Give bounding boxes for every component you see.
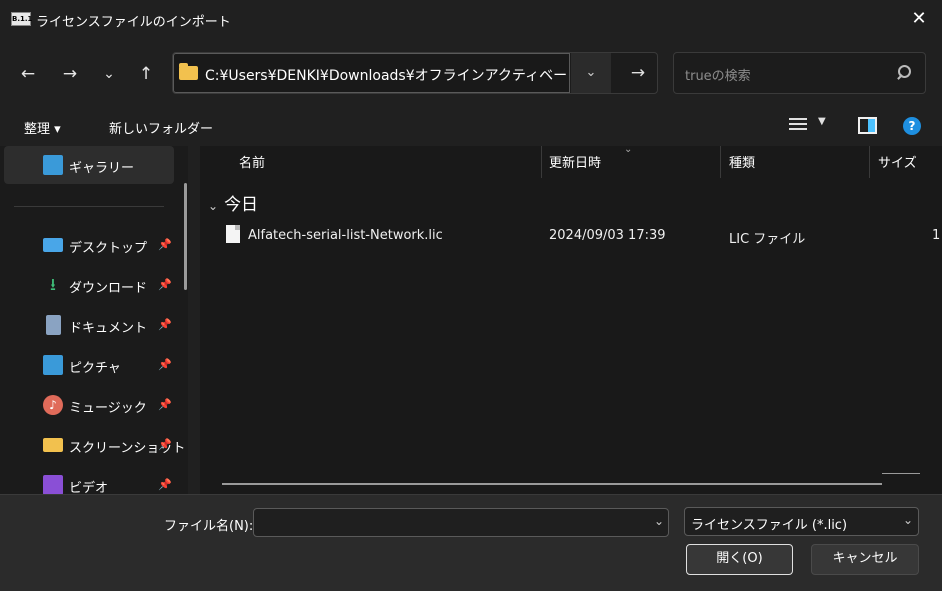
column-header-name[interactable]: 名前 — [239, 152, 265, 171]
up-button[interactable]: ↑ — [132, 62, 160, 86]
sidebar-item-label: ギャラリー — [69, 161, 135, 176]
navigation-bar: ← → ⌄ ↑ C:¥Users¥DENKI¥Downloads¥オフラインアク… — [0, 40, 942, 106]
file-type: LIC ファイル — [729, 232, 806, 247]
video-icon — [43, 475, 63, 494]
pin-icon: 📌 — [158, 478, 172, 491]
preview-pane-icon[interactable] — [858, 117, 877, 134]
app-icon: B.1.1 — [11, 12, 32, 26]
column-header-size[interactable]: サイズ — [878, 152, 917, 171]
dialog-footer: ファイル名(N): ⌄ ライセンスファイル (*.lic) ⌄ 開く(O) キャ… — [0, 494, 942, 591]
address-path-field[interactable]: C:¥Users¥DENKI¥Downloads¥オフラインアクティベート — [173, 53, 581, 93]
pin-icon: 📌 — [158, 358, 172, 371]
help-icon[interactable]: ? — [903, 117, 921, 135]
close-button[interactable]: ✕ — [896, 0, 942, 40]
address-dropdown-button[interactable]: ⌄ — [571, 53, 611, 93]
sidebar-item-label: ピクチャ — [69, 361, 121, 376]
filename-input[interactable]: ⌄ — [253, 508, 669, 537]
back-button[interactable]: ← — [14, 62, 42, 86]
organize-button[interactable]: 整理 ▾ — [24, 118, 61, 137]
table-row[interactable]: Alfatech-serial-list-Network.lic 2024/09… — [200, 222, 942, 250]
file-size: 1 — [932, 228, 941, 243]
sidebar-item-label: ビデオ — [69, 481, 109, 494]
document-icon — [46, 315, 61, 335]
go-button[interactable]: → — [619, 53, 657, 93]
folder-icon — [179, 63, 198, 80]
sidebar-item-label: デスクトップ — [69, 241, 148, 256]
window-title: ライセンスファイルのインポート — [36, 15, 231, 30]
sidebar-item-label: ダウンロード — [69, 281, 148, 296]
column-header-modified[interactable]: 更新日時 — [549, 152, 601, 171]
file-list: 名前 更新日時 ⌄ 種類 サイズ ⌄ 今日 Alfatech-serial-lis… — [200, 146, 942, 494]
file-type-filter-value: ライセンスファイル (*.lic) — [691, 518, 848, 533]
folder-icon — [43, 438, 63, 452]
recent-locations-button[interactable]: ⌄ — [95, 62, 123, 86]
sidebar-item-pictures[interactable]: ピクチャ 📌 — [4, 346, 174, 384]
sidebar-item-videos[interactable]: ビデオ 📌 — [4, 466, 174, 494]
file-name: Alfatech-serial-list-Network.lic — [248, 228, 443, 243]
command-bar: 整理 ▾ 新しいフォルダー ▼ — [0, 106, 942, 146]
pin-icon: 📌 — [158, 278, 172, 291]
sidebar-item-label: ミュージック — [69, 401, 147, 416]
pin-icon: 📌 — [158, 438, 172, 451]
forward-button[interactable]: → — [56, 62, 84, 86]
group-header-today[interactable]: ⌄ 今日 — [208, 190, 258, 215]
column-separator[interactable] — [869, 146, 870, 178]
title-bar: B.1.1 ライセンスファイルのインポート ✕ — [0, 0, 942, 40]
column-separator[interactable] — [541, 146, 542, 178]
filename-label: ファイル名(N): — [164, 519, 254, 534]
desktop-icon — [43, 238, 63, 252]
file-type-filter[interactable]: ライセンスファイル (*.lic) ⌄ — [684, 507, 919, 536]
search-placeholder: trueの検索 — [685, 69, 751, 84]
search-input[interactable]: trueの検索 — [673, 52, 926, 94]
search-icon[interactable] — [895, 65, 911, 81]
pin-icon: 📌 — [158, 398, 172, 411]
sidebar-item-desktop[interactable]: デスクトップ 📌 — [4, 226, 174, 264]
sidebar-item-gallery[interactable]: ギャラリー — [4, 146, 174, 184]
pin-icon: 📌 — [158, 238, 172, 251]
pin-icon: 📌 — [158, 318, 172, 331]
chevron-down-icon[interactable]: ⌄ — [903, 513, 913, 527]
navigation-pane: ギャラリー デスクトップ 📌 ⭳ ダウンロード 📌 ドキュメント 📌 ピクチャ … — [0, 146, 188, 494]
address-path: C:¥Users¥DENKI¥Downloads¥オフラインアクティベート — [205, 68, 582, 84]
new-folder-button[interactable]: 新しいフォルダー — [109, 118, 213, 137]
view-list-icon[interactable] — [789, 118, 807, 134]
sidebar-item-screenshots[interactable]: スクリーンショット 📌 — [4, 426, 185, 464]
column-separator[interactable] — [720, 146, 721, 178]
file-modified: 2024/09/03 17:39 — [549, 228, 666, 243]
chevron-down-icon[interactable]: ⌄ — [654, 514, 664, 528]
view-dropdown-button[interactable]: ▼ — [818, 116, 826, 127]
file-icon — [226, 225, 240, 243]
sidebar-scrollbar[interactable] — [184, 183, 187, 290]
gallery-icon — [43, 155, 63, 175]
sidebar-item-label: ドキュメント — [69, 321, 148, 336]
sidebar-item-music[interactable]: ♪ ミュージック 📌 — [4, 386, 174, 424]
sidebar-item-downloads[interactable]: ⭳ ダウンロード 📌 — [4, 266, 174, 304]
music-icon: ♪ — [43, 395, 63, 415]
sidebar-item-documents[interactable]: ドキュメント 📌 — [4, 306, 174, 344]
horizontal-scrollbar[interactable] — [222, 483, 882, 485]
group-label: 今日 — [224, 195, 259, 215]
address-bar[interactable]: C:¥Users¥DENKI¥Downloads¥オフラインアクティベート ⌄ … — [172, 52, 658, 94]
download-icon: ⭳ — [50, 275, 56, 295]
chevron-down-icon: ⌄ — [208, 199, 219, 213]
cancel-button[interactable]: キャンセル — [811, 544, 919, 575]
sidebar-divider — [14, 206, 164, 207]
scroll-corner-line — [882, 473, 920, 474]
column-header-type[interactable]: 種類 — [729, 152, 755, 171]
sort-indicator-icon: ⌄ — [624, 146, 633, 155]
open-button[interactable]: 開く(O) — [686, 544, 793, 575]
picture-icon — [43, 355, 63, 375]
